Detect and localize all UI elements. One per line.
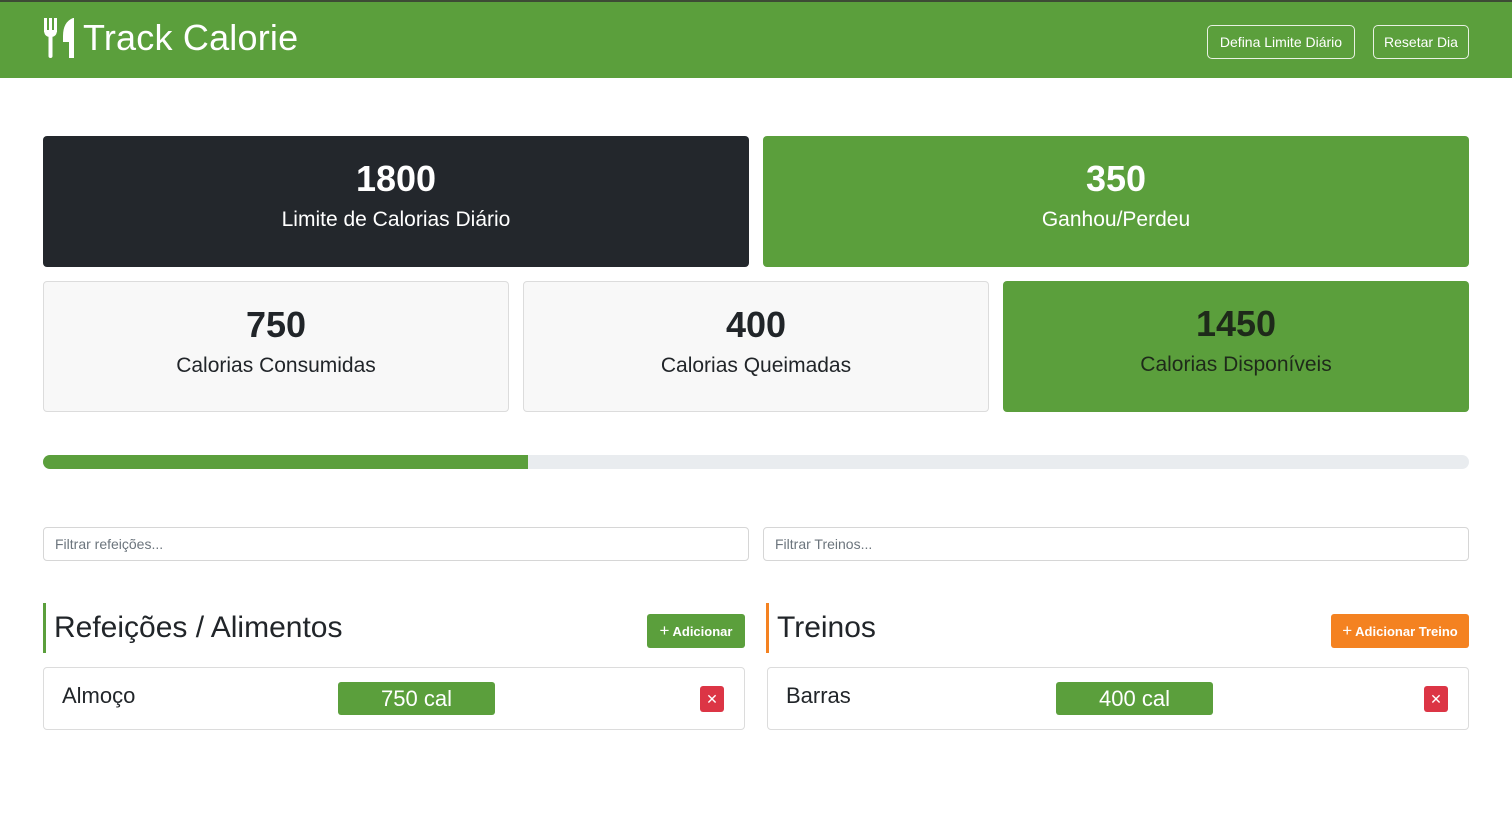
consumed-value: 750 — [245, 304, 307, 345]
filter-meals-input[interactable] — [43, 527, 749, 561]
close-icon: ✕ — [1430, 690, 1442, 707]
daily-limit-card: 1800 Limite de Calorias Diário — [43, 136, 749, 267]
daily-limit-label: Limite de Calorias Diário — [281, 208, 511, 231]
burned-card: 400 Calorias Queimadas — [523, 281, 989, 412]
add-meal-label: Adicionar — [672, 623, 733, 639]
remaining-label: Calorias Disponíveis — [1140, 353, 1332, 376]
burned-label: Calorias Queimadas — [660, 354, 852, 377]
gain-loss-card: 350 Ganhou/Perdeu — [763, 136, 1469, 267]
workout-item-name: Barras — [786, 683, 851, 708]
burned-value: 400 — [725, 304, 787, 345]
consumed-label: Calorias Consumidas — [176, 354, 376, 377]
workout-item: Barras 400 cal ✕ — [767, 667, 1469, 730]
meal-item: Almoço 750 cal ✕ — [43, 667, 745, 730]
add-meal-button[interactable]: + Adicionar — [647, 614, 745, 648]
consumed-card: 750 Calorias Consumidas — [43, 281, 509, 412]
add-workout-label: Adicionar Treino — [1355, 623, 1458, 639]
reset-day-button[interactable]: Resetar Dia — [1373, 25, 1469, 59]
add-workout-button[interactable]: + Adicionar Treino — [1331, 614, 1469, 648]
remaining-card: 1450 Calorias Disponíveis — [1003, 281, 1469, 412]
progress-bar-fill — [43, 455, 528, 469]
workouts-section-title: Treinos — [766, 603, 876, 653]
close-icon: ✕ — [706, 690, 718, 707]
navbar: Track Calorie Defina Limite Diário Reset… — [0, 0, 1512, 78]
gain-loss-value: 350 — [1085, 158, 1147, 199]
plus-icon: + — [659, 621, 670, 640]
delete-meal-button[interactable]: ✕ — [700, 686, 724, 712]
plus-icon: + — [1342, 621, 1353, 640]
meal-item-calories: 750 cal — [338, 682, 495, 715]
utensils-icon — [44, 18, 74, 58]
app-title: Track Calorie — [83, 17, 299, 58]
delete-workout-button[interactable]: ✕ — [1424, 686, 1448, 712]
calorie-progress-bar — [43, 455, 1469, 469]
set-daily-limit-button[interactable]: Defina Limite Diário — [1207, 25, 1355, 59]
remaining-value: 1450 — [1195, 303, 1277, 344]
meal-item-name: Almoço — [62, 683, 136, 708]
brand[interactable]: Track Calorie — [43, 16, 298, 60]
gain-loss-label: Ganhou/Perdeu — [1041, 208, 1191, 231]
workout-item-calories: 400 cal — [1056, 682, 1213, 715]
meals-section-title: Refeições / Alimentos — [43, 603, 342, 653]
filter-workouts-input[interactable] — [763, 527, 1469, 561]
daily-limit-value: 1800 — [355, 158, 437, 199]
